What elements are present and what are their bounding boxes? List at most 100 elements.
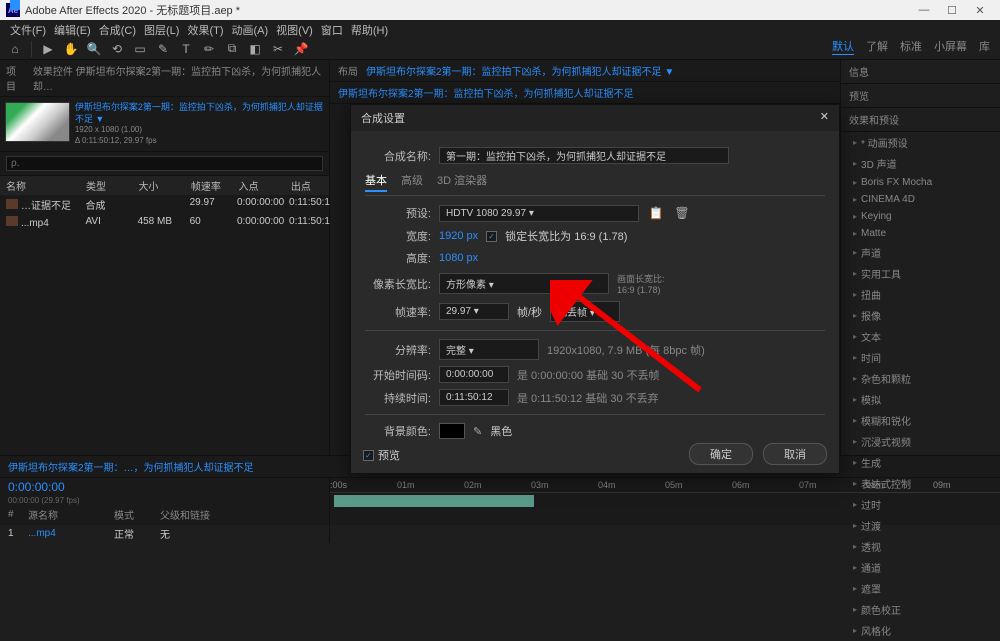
eraser-tool-icon[interactable]: ◧ xyxy=(246,40,264,58)
playhead-icon[interactable] xyxy=(10,0,20,10)
comp-layout-label: 布局 xyxy=(338,63,358,78)
tab-3d-renderer[interactable]: 3D 渲染器 xyxy=(437,172,487,192)
fx-c4d[interactable]: CINEMA 4D xyxy=(841,191,1000,208)
menu-animation[interactable]: 动画(A) xyxy=(232,22,269,36)
ws-small[interactable]: 小屏幕 xyxy=(934,38,967,55)
fx-utility[interactable]: 实用工具 xyxy=(841,263,1000,284)
par-select[interactable]: 方形像素 ▾ xyxy=(439,273,609,294)
ok-button[interactable]: 确定 xyxy=(689,443,753,465)
bg-color-swatch[interactable] xyxy=(439,423,465,439)
preset-save-icon[interactable]: 📋 xyxy=(647,204,665,222)
rp-effects[interactable]: 效果和预设 xyxy=(841,108,1000,132)
eyedropper-icon[interactable]: ✎ xyxy=(473,425,482,438)
menu-help[interactable]: 帮助(H) xyxy=(351,22,388,36)
menu-effect[interactable]: 效果(T) xyxy=(187,22,223,36)
fx-blur[interactable]: 模糊和锐化 xyxy=(841,410,1000,431)
res-select[interactable]: 完整 ▾ xyxy=(439,339,539,360)
dialog-close-button[interactable]: ✕ xyxy=(820,110,829,126)
fps-select[interactable]: 29.97 ▾ xyxy=(439,303,509,320)
timeline-track[interactable] xyxy=(330,493,1000,509)
height-label: 高度: xyxy=(365,250,431,266)
tab-effect-controls[interactable]: 效果控件 伊斯坦布尔探案2第一期：监控拍下凶杀，为何抓捕犯人却… xyxy=(33,63,323,93)
fx-color[interactable]: 颜色校正 xyxy=(841,599,1000,620)
menu-window[interactable]: 窗口 xyxy=(321,22,343,36)
hand-tool-icon[interactable]: ✋ xyxy=(62,40,80,58)
project-search-input[interactable] xyxy=(6,156,323,171)
tab-advanced[interactable]: 高级 xyxy=(401,172,423,192)
comp-tab-title[interactable]: 伊斯坦布尔探案2第一期：监控拍下凶杀，为何抓捕犯人却证据不足 ▼ xyxy=(366,63,674,78)
menu-file[interactable]: 文件(F) xyxy=(10,22,46,36)
hdr-size[interactable]: 大小 xyxy=(138,178,190,193)
fx-time[interactable]: 时间 xyxy=(841,347,1000,368)
menu-edit[interactable]: 编辑(E) xyxy=(54,22,91,36)
width-value[interactable]: 1920 px xyxy=(439,230,478,242)
comp-name-input[interactable] xyxy=(439,147,729,164)
fx-boris[interactable]: Boris FX Mocha xyxy=(841,174,1000,191)
fx-keying[interactable]: Keying xyxy=(841,208,1000,225)
timeline-layer-bar[interactable] xyxy=(334,495,534,507)
text-tool-icon[interactable]: T xyxy=(177,40,195,58)
fx-channel2[interactable]: 通道 xyxy=(841,557,1000,578)
fx-style[interactable]: 风格化 xyxy=(841,620,1000,641)
home-icon[interactable]: ⌂ xyxy=(6,40,24,58)
menu-view[interactable]: 视图(V) xyxy=(276,22,313,36)
preview-label: 预览 xyxy=(378,447,400,463)
fx-matte[interactable]: Matte xyxy=(841,225,1000,242)
zoom-tool-icon[interactable]: 🔍 xyxy=(85,40,103,58)
ws-learn[interactable]: 了解 xyxy=(866,38,888,55)
close-button[interactable]: ✕ xyxy=(966,0,994,20)
dur-input[interactable] xyxy=(439,389,509,406)
fx-immersive[interactable]: 沉浸式视频 xyxy=(841,431,1000,452)
selection-tool-icon[interactable]: ▶ xyxy=(39,40,57,58)
menu-comp[interactable]: 合成(C) xyxy=(99,22,136,36)
tab-project[interactable]: 项目 xyxy=(6,63,25,93)
project-thumbnail xyxy=(5,102,70,142)
orbit-tool-icon[interactable]: ⟲ xyxy=(108,40,126,58)
ws-standard[interactable]: 标准 xyxy=(900,38,922,55)
pen-tool-icon[interactable]: ✎ xyxy=(154,40,172,58)
preset-select[interactable]: HDTV 1080 29.97 ▾ xyxy=(439,205,639,222)
fx-text[interactable]: 文本 xyxy=(841,326,1000,347)
fx-mask[interactable]: 遮罩 xyxy=(841,578,1000,599)
fx-channel[interactable]: 报像 xyxy=(841,305,1000,326)
puppet-tool-icon[interactable]: 📌 xyxy=(292,40,310,58)
start-input[interactable] xyxy=(439,366,509,383)
hdr-out[interactable]: 出点 xyxy=(291,178,329,193)
menu-layer[interactable]: 图层(L) xyxy=(144,22,179,36)
height-value[interactable]: 1080 px xyxy=(439,252,478,264)
timeline-ruler[interactable]: :00s01m02m03m04m05m06m07m08m09m xyxy=(330,478,1000,493)
project-row[interactable]: …证据不足 合成 29.97 0:00:00:00 0:11:50:12 xyxy=(0,195,329,214)
ws-library[interactable]: 库 xyxy=(979,38,990,55)
hdr-fps[interactable]: 帧速率 xyxy=(191,178,239,193)
timeline-layer-row[interactable]: 1 ...mp4 正常 无 xyxy=(0,524,329,543)
width-label: 宽度: xyxy=(365,228,431,244)
hdr-in[interactable]: 入点 xyxy=(238,178,290,193)
rp-info[interactable]: 信息 xyxy=(841,60,1000,84)
dropframe-select[interactable]: 无丢帧 ▾ xyxy=(550,301,620,322)
lock-aspect-checkbox[interactable]: ✓ xyxy=(486,231,497,242)
tab-basic[interactable]: 基本 xyxy=(365,172,387,192)
brush-tool-icon[interactable]: ✏ xyxy=(200,40,218,58)
fx-generate[interactable]: 生成 xyxy=(841,452,1000,473)
preview-checkbox[interactable]: ✓ xyxy=(363,450,374,461)
preset-delete-icon[interactable]: 🗑 xyxy=(673,204,691,222)
clone-tool-icon[interactable]: ⧉ xyxy=(223,40,241,58)
project-panel: 项目 效果控件 伊斯坦布尔探案2第一期：监控拍下凶杀，为何抓捕犯人却… 伊斯坦布… xyxy=(0,60,330,455)
fx-sim[interactable]: 模拟 xyxy=(841,389,1000,410)
ws-default[interactable]: 默认 xyxy=(832,38,854,55)
rect-tool-icon[interactable]: ▭ xyxy=(131,40,149,58)
roto-tool-icon[interactable]: ✂ xyxy=(269,40,287,58)
fx-3d-channel[interactable]: 3D 声道 xyxy=(841,153,1000,174)
fx-audio[interactable]: 声道 xyxy=(841,242,1000,263)
hdr-name[interactable]: 名称 xyxy=(0,178,86,193)
maximize-button[interactable]: ☐ xyxy=(938,0,966,20)
hdr-type[interactable]: 类型 xyxy=(86,178,138,193)
timeline-current-time[interactable]: 0:00:00:00 xyxy=(0,478,329,496)
minimize-button[interactable]: — xyxy=(910,0,938,20)
fx-noise[interactable]: 杂色和颗粒 xyxy=(841,368,1000,389)
project-row[interactable]: ...mp4 AVI 458 MB 60 0:00:00:00 0:11:50:… xyxy=(0,214,329,231)
rp-preview[interactable]: 预览 xyxy=(841,84,1000,108)
fx-anim-preset[interactable]: * 动画预设 xyxy=(841,132,1000,153)
cancel-button[interactable]: 取消 xyxy=(763,443,827,465)
fx-distort[interactable]: 扭曲 xyxy=(841,284,1000,305)
